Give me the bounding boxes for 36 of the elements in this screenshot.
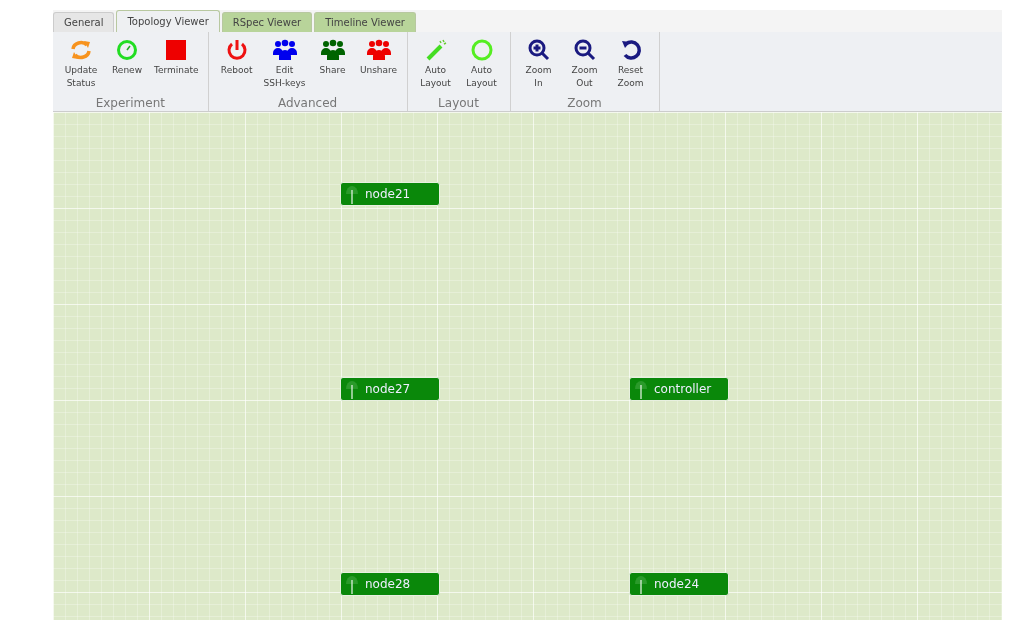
ring-icon: [469, 38, 494, 62]
toolbar-button[interactable]: Zoom Out: [562, 36, 607, 96]
group-title: Experiment: [95, 96, 165, 111]
toolbar-button[interactable]: Renew: [105, 36, 149, 96]
tree-icon: [634, 379, 648, 399]
tab[interactable]: Topology Viewer: [116, 10, 220, 32]
tab[interactable]: General: [53, 12, 115, 32]
toolbar-button[interactable]: Share: [310, 36, 355, 96]
group-title: Zoom: [567, 96, 602, 111]
zoom-out-icon: [572, 38, 597, 62]
group-title: Layout: [438, 96, 479, 111]
tab[interactable]: Timeline Viewer: [314, 12, 416, 32]
toolbar-button[interactable]: Auto Layout: [459, 36, 504, 96]
tree-icon: [345, 184, 359, 204]
tree-icon: [345, 574, 359, 594]
tree-icon: [634, 574, 648, 594]
node[interactable]: node24: [629, 572, 729, 596]
refresh-icon: [69, 38, 93, 62]
toolbar-button[interactable]: Auto Layout: [413, 36, 458, 96]
toolbar-button[interactable]: Edit SSH-keys: [260, 36, 309, 96]
toolbar-button[interactable]: Update Status: [59, 36, 103, 96]
toolbar-button[interactable]: Zoom In: [516, 36, 561, 96]
toolbar-button[interactable]: Terminate: [151, 36, 202, 96]
node[interactable]: node28: [340, 572, 440, 596]
tab[interactable]: RSpec Viewer: [221, 12, 313, 32]
stop-icon: [164, 38, 189, 62]
group-title: Advanced: [277, 96, 338, 111]
clock-icon: [115, 38, 139, 62]
toolbar-button[interactable]: Unshare: [356, 36, 401, 96]
node[interactable]: node27: [340, 377, 440, 401]
node[interactable]: controller: [629, 377, 729, 401]
zoom-in-icon: [526, 38, 551, 62]
toolbar-button[interactable]: Reboot: [214, 36, 259, 96]
toolbar-button[interactable]: Reset Zoom: [608, 36, 653, 96]
node[interactable]: node21: [340, 182, 440, 206]
tree-icon: [345, 379, 359, 399]
